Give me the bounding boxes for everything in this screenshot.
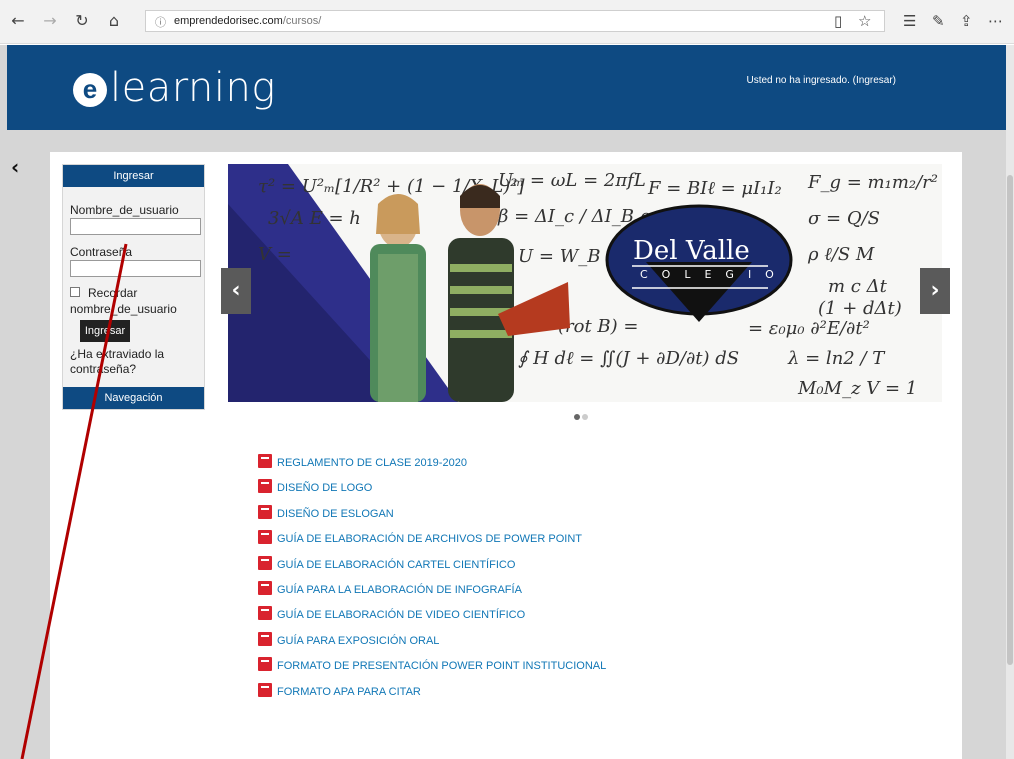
share-icon[interactable]: ⇪ (960, 11, 973, 31)
pdf-icon (258, 454, 272, 468)
carousel-prev-button[interactable]: ‹ (221, 268, 251, 314)
svg-text:σ = Q/S: σ = Q/S (808, 208, 880, 229)
username-input[interactable] (70, 218, 201, 235)
document-link[interactable]: GUÍA DE ELABORACIÓN CARTEL CIENTÍFICO (277, 559, 515, 571)
svg-text:Uₘ = ωL = 2πfL: Uₘ = ωL = 2πfL (498, 170, 646, 191)
svg-text:∮ H dℓ = ∬(J + ∂D/∂t) dS: ∮ H dℓ = ∬(J + ∂D/∂t) dS (518, 348, 739, 369)
list-item[interactable]: GUÍA DE ELABORACIÓN DE VIDEO CIENTÍFICO (258, 606, 818, 631)
svg-text:U = W_B: U = W_B (518, 246, 600, 267)
more-icon[interactable]: ⋯ (988, 11, 1003, 31)
password-input[interactable] (70, 260, 201, 277)
carousel-dot-active[interactable] (574, 414, 580, 420)
navigation-block-title[interactable]: Navegación (63, 387, 204, 409)
scrollbar-thumb[interactable] (1007, 175, 1013, 665)
pen-icon[interactable]: ✎ (932, 11, 945, 31)
scrollbar[interactable] (1006, 45, 1014, 759)
document-link[interactable]: GUÍA PARA EXPOSICIÓN ORAL (277, 635, 439, 647)
svg-text:λ = ln2 / T: λ = ln2 / T (787, 348, 886, 369)
image-carousel: τ² = U²ₘ[1/R² + (1 − 1/X_L)²] Uₘ = ωL = … (228, 164, 942, 402)
remember-label: Recordar nombre_de_usuario (70, 286, 177, 316)
pdf-icon (258, 606, 272, 621)
document-link[interactable]: GUÍA DE ELABORACIÓN DE VIDEO CIENTÍFICO (277, 609, 525, 621)
forward-arrow-icon[interactable]: → (40, 11, 60, 31)
list-item[interactable]: DISEÑO DE LOGO (258, 479, 818, 504)
document-link[interactable]: GUÍA DE ELABORACIÓN DE ARCHIVOS DE POWER… (277, 533, 582, 545)
login-button[interactable]: Ingresar (80, 320, 130, 342)
list-item[interactable]: REGLAMENTO DE CLASE 2019-2020 (258, 454, 818, 479)
site-header: e learning Usted no ha ingresado. (Ingre… (7, 45, 1006, 130)
forgot-password-link[interactable]: ¿Ha extraviado la contraseña? (70, 347, 200, 377)
carousel-indicators (574, 407, 590, 425)
document-list: REGLAMENTO DE CLASE 2019-2020 DISEÑO DE … (258, 454, 818, 708)
password-label: Contraseña (70, 245, 133, 259)
pdf-icon (258, 530, 272, 545)
carousel-dot[interactable] (582, 414, 588, 420)
list-item[interactable]: GUÍA DE ELABORACIÓN DE ARCHIVOS DE POWER… (258, 530, 818, 555)
document-link[interactable]: FORMATO APA PARA CITAR (277, 686, 421, 698)
school-sub: COLEGIO (640, 268, 788, 281)
list-item[interactable]: FORMATO APA PARA CITAR (258, 682, 818, 708)
pdf-icon (258, 504, 272, 519)
collapse-sidebar-icon[interactable]: ‹ (11, 155, 19, 179)
list-item[interactable]: GUÍA DE ELABORACIÓN CARTEL CIENTÍFICO (258, 555, 818, 581)
document-link[interactable]: DISEÑO DE LOGO (277, 482, 372, 494)
list-item[interactable]: FORMATO DE PRESENTACIÓN POWER POINT INST… (258, 657, 818, 682)
school-name: Del Valle (633, 236, 750, 266)
pdf-icon (258, 631, 272, 646)
favorites-hub-icon[interactable]: ☰ (903, 11, 916, 31)
list-item[interactable]: GUÍA PARA EXPOSICIÓN ORAL (258, 631, 818, 657)
login-block: Ingresar Nombre_de_usuario Contraseña Re… (62, 164, 205, 410)
pdf-icon (258, 479, 272, 494)
svg-text:m c Δt: m c Δt (828, 276, 888, 297)
document-link[interactable]: FORMATO DE PRESENTACIÓN POWER POINT INST… (277, 660, 606, 672)
pdf-icon (258, 657, 272, 672)
svg-text:M₀M_z V = 1: M₀M_z V = 1 (797, 378, 917, 399)
login-status[interactable]: Usted no ha ingresado. (Ingresar) (746, 75, 896, 86)
document-link[interactable]: GUÍA PARA LA ELABORACIÓN DE INFOGRAFÍA (277, 584, 522, 596)
document-link[interactable]: DISEÑO DE ESLOGAN (277, 508, 394, 520)
login-block-title: Ingresar (63, 165, 204, 187)
carousel-next-button[interactable]: › (920, 268, 950, 314)
username-label: Nombre_de_usuario (70, 203, 179, 217)
address-bar[interactable]: ⓘ emprendedorisec.com/cursos/ (145, 10, 885, 32)
svg-text:ρ ℓ/S M: ρ ℓ/S M (807, 244, 875, 265)
home-icon[interactable]: ⌂ (104, 11, 124, 31)
list-item[interactable]: GUÍA PARA LA ELABORACIÓN DE INFOGRAFÍA (258, 580, 818, 606)
list-item[interactable]: DISEÑO DE ESLOGAN (258, 504, 818, 530)
svg-text:= ε₀μ₀ ∂²E/∂t²: = ε₀μ₀ ∂²E/∂t² (748, 318, 870, 339)
url-path: /cursos/ (282, 15, 322, 27)
carousel-slide-image: τ² = U²ₘ[1/R² + (1 − 1/X_L)²] Uₘ = ωL = … (228, 164, 942, 402)
pdf-icon (258, 580, 272, 595)
document-link[interactable]: REGLAMENTO DE CLASE 2019-2020 (277, 457, 467, 469)
pdf-icon (258, 555, 272, 570)
svg-text:F_g = m₁m₂/r²: F_g = m₁m₂/r² (807, 172, 938, 193)
pdf-icon (258, 682, 272, 697)
back-arrow-icon[interactable]: ← (8, 11, 28, 31)
favorite-star-icon[interactable]: ☆ (858, 11, 871, 31)
svg-text:F = BIℓ = μI₁I₂: F = BIℓ = μI₁I₂ (647, 178, 782, 199)
logo-e-circle: e (73, 73, 107, 107)
reading-view-icon[interactable]: ▯ (834, 11, 842, 31)
svg-text:V =: V = (258, 244, 292, 265)
svg-text:3√A E = h: 3√A E = h (268, 208, 361, 229)
address-text[interactable]: emprendedorisec.com/cursos/ (174, 15, 321, 27)
browser-toolbar: ← → ↻ ⌂ ⓘ emprendedorisec.com/cursos/ ▯ … (0, 0, 1014, 44)
refresh-icon[interactable]: ↻ (72, 11, 92, 31)
info-icon[interactable]: ⓘ (155, 14, 166, 30)
svg-text:(rot B) =: (rot B) = (558, 316, 638, 337)
svg-text:(1 + dΔt): (1 + dΔt) (818, 298, 902, 319)
logo-text: learning (110, 65, 276, 111)
url-host: emprendedorisec.com (174, 15, 283, 27)
